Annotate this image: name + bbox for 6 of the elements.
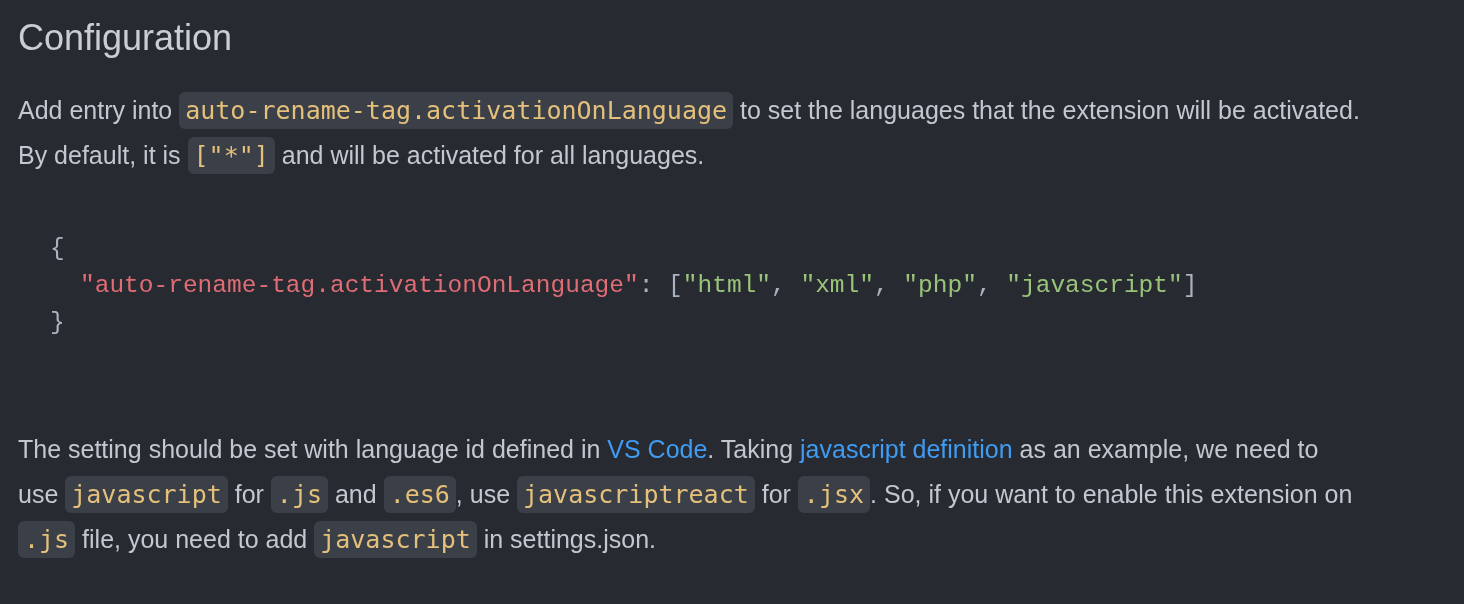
note-paragraph: The setting should be set with language id defined in VS Code. Taking javascript definition as an example, we need to use javascript for .js and .es6 , use javascriptreact for .jsx . So, if you want to enable this extension on .js file, you need to add javascript in settings.json. xyxy=(18,427,1363,562)
code-text: { "auto-rename-tag.activationOnLanguage": ["html", "xml", "php", "javascript"] } xyxy=(50,234,1198,338)
section-heading: Configuration xyxy=(18,16,234,60)
link[interactable]: VS Code xyxy=(607,435,708,463)
intro-paragraph: Add entry into auto-rename-tag.activationOnLanguage to set the languages that the extension will be activated. By default, it is ["*"] and will be activated for all languages. xyxy=(18,88,1363,178)
link[interactable]: javascript definition xyxy=(800,435,1013,463)
